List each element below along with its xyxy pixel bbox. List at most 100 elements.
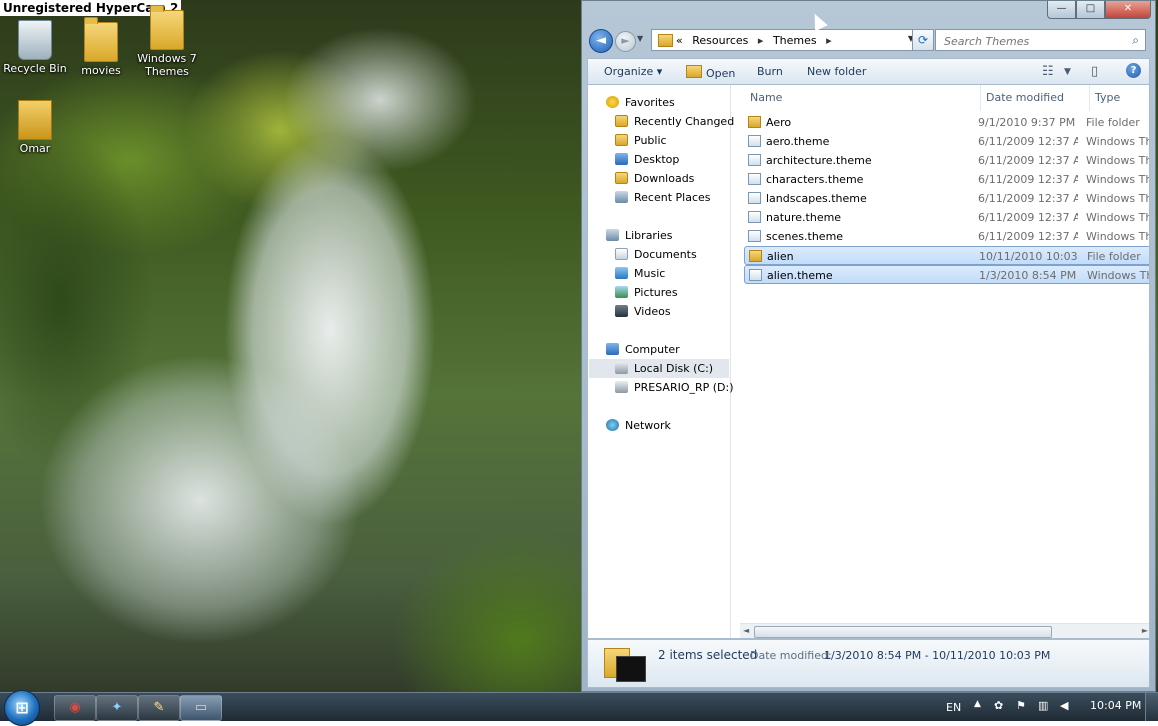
organize-button[interactable]: Organize ▾ [604, 65, 662, 78]
nav-recent-places[interactable]: Recent Places [615, 188, 711, 207]
table-row[interactable]: alien.theme 1/3/2010 8:54 PM Windows Th [744, 265, 1149, 284]
nav-public[interactable]: Public [615, 131, 667, 150]
clock[interactable]: 10:04 PM [1090, 699, 1141, 712]
table-row[interactable]: scenes.theme 6/11/2009 12:37 AM Windows Th [744, 227, 1149, 246]
table-row[interactable]: characters.theme 6/11/2009 12:37 AM Window… [744, 170, 1149, 189]
close-button[interactable]: ✕ [1105, 1, 1151, 19]
volume-icon[interactable]: ◀ [1060, 699, 1068, 712]
nav-label: Computer [625, 343, 680, 356]
address-bar[interactable]: « Resources ▸ Themes ▸ ▼ [651, 29, 921, 51]
breadcrumb-resources[interactable]: Resources [692, 34, 748, 47]
preview-pane-icon[interactable]: ▯ [1091, 64, 1098, 79]
desktop-icon-recycle-bin[interactable]: Recycle Bin [0, 20, 70, 75]
open-button[interactable]: Open [686, 65, 735, 80]
nav-computer[interactable]: Computer [606, 340, 680, 359]
table-row[interactable]: architecture.theme 6/11/2009 12:37 AM Wind… [744, 151, 1149, 170]
file-type-cell: Windows Th [1086, 192, 1150, 205]
file-name-cell: nature.theme [748, 208, 968, 227]
nav-recently-changed[interactable]: Recently Changed [615, 112, 734, 131]
file-date-cell: 6/11/2009 12:37 AM [978, 211, 1078, 224]
column-divider[interactable] [980, 85, 981, 111]
network-status-icon[interactable]: ▥ [1038, 699, 1048, 712]
libraries-icon [606, 229, 619, 241]
column-name[interactable]: Name [750, 91, 782, 104]
nav-local-disk[interactable]: Local Disk (C:) [589, 359, 729, 378]
table-row[interactable]: Aero 9/1/2010 9:37 PM File folder [744, 113, 1149, 132]
search-icon[interactable]: ⌕ [1132, 33, 1139, 48]
theme-file-icon [749, 269, 762, 281]
desktop-icon-label: Omar [19, 142, 51, 155]
theme-file-icon [748, 135, 761, 147]
breadcrumb-separator[interactable]: ▸ [758, 34, 764, 47]
folder-icon [658, 34, 673, 47]
recent-places-icon [615, 191, 628, 203]
new-folder-button[interactable]: New folder [807, 65, 866, 78]
taskbar-chrome-button[interactable]: ◉ [54, 695, 96, 721]
column-date-modified[interactable]: Date modified [986, 91, 1064, 104]
desktop-icon-windows7-themes[interactable]: Windows 7 Themes [132, 5, 202, 78]
forward-button[interactable]: ► [615, 31, 636, 52]
show-hidden-icons-icon[interactable]: ▲ [974, 699, 981, 709]
nav-favorites[interactable]: Favorites [606, 93, 675, 112]
file-name: aero.theme [766, 135, 830, 148]
nav-label: Libraries [625, 229, 673, 242]
nav-pictures[interactable]: Pictures [615, 283, 678, 302]
table-row[interactable]: alien 10/11/2010 10:03 ... File folder [744, 246, 1149, 266]
breadcrumb-themes[interactable]: Themes [773, 34, 817, 47]
taskbar-network-app-button[interactable]: ✦ [96, 695, 138, 721]
column-type[interactable]: Type [1095, 91, 1120, 104]
view-options-dropdown-icon[interactable]: ▼ [1064, 67, 1071, 77]
file-date-cell: 6/11/2009 12:37 AM [978, 173, 1078, 186]
details-pane: 2 items selected Date modified: 1/3/2010… [587, 639, 1150, 688]
nav-network[interactable]: Network [606, 416, 671, 435]
scroll-right-arrow-icon[interactable]: ► [1142, 624, 1148, 638]
nav-videos[interactable]: Videos [615, 302, 671, 321]
nav-label: Public [634, 134, 667, 147]
help-icon[interactable]: ? [1126, 63, 1141, 78]
table-row[interactable]: landscapes.theme 6/11/2009 12:37 AM Window… [744, 189, 1150, 208]
show-desktop-button[interactable] [1145, 693, 1158, 721]
recent-pages-dropdown[interactable]: ▼ [637, 34, 643, 43]
file-date-cell: 6/11/2009 12:37 AM [978, 192, 1078, 205]
minimize-button[interactable]: — [1047, 1, 1076, 19]
nav-libraries[interactable]: Libraries [606, 226, 673, 245]
nav-music[interactable]: Music [615, 264, 665, 283]
language-indicator[interactable]: EN [946, 701, 961, 714]
burn-button[interactable]: Burn [757, 65, 783, 78]
desktop-icon-movies[interactable]: movies [66, 16, 136, 77]
column-divider[interactable] [1089, 85, 1090, 111]
change-view-icon[interactable]: ☷ [1042, 64, 1054, 79]
taskbar-hypercam-button[interactable]: ✎ [138, 695, 180, 721]
downloads-icon [615, 172, 628, 184]
nav-documents[interactable]: Documents [615, 245, 697, 264]
folder-icon [749, 250, 762, 262]
back-button[interactable]: ◄ [589, 29, 613, 53]
maximize-button[interactable]: □ [1076, 1, 1105, 19]
nav-label: Network [625, 419, 671, 432]
computer-icon [606, 343, 619, 355]
horizontal-scrollbar[interactable]: ◄ ► [740, 623, 1149, 638]
breadcrumb-separator[interactable]: ▸ [826, 34, 832, 47]
nav-desktop[interactable]: Desktop [615, 150, 679, 169]
taskbar-explorer-button[interactable]: ▭ [180, 695, 222, 721]
nav-label: Documents [634, 248, 697, 261]
refresh-button[interactable]: ⟳ [912, 29, 934, 51]
file-name: architecture.theme [766, 154, 872, 167]
search-box: ⌕ [935, 29, 1146, 51]
tray-app-icon[interactable]: ✿ [994, 699, 1003, 712]
search-input[interactable] [942, 31, 1126, 51]
action-center-icon[interactable]: ⚑ [1016, 699, 1026, 712]
scroll-thumb[interactable] [754, 626, 1052, 638]
nav-presario-drive[interactable]: PRESARIO_RP (D:) [615, 378, 734, 397]
file-name: scenes.theme [766, 230, 844, 243]
table-row[interactable]: nature.theme 6/11/2009 12:37 AM Windows Th [744, 208, 1149, 227]
nav-downloads[interactable]: Downloads [615, 169, 694, 188]
desktop-icon-omar[interactable]: Omar [0, 100, 70, 155]
scroll-left-arrow-icon[interactable]: ◄ [743, 624, 749, 638]
file-name-cell: alien [749, 247, 969, 266]
start-button[interactable]: ⊞ [4, 690, 40, 726]
table-row[interactable]: aero.theme 6/11/2009 12:37 AM Windows Th [744, 132, 1149, 151]
navigation-pane: Favorites Recently Changed Public Deskto… [588, 85, 734, 638]
breadcrumb-overflow[interactable]: « [676, 34, 683, 47]
nav-label: Local Disk (C:) [634, 362, 714, 375]
